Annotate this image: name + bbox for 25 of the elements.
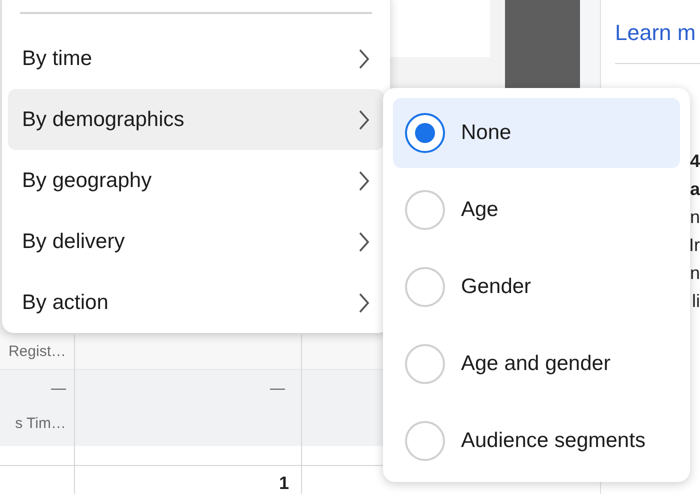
panel-text: n	[690, 264, 700, 282]
chevron-icon	[358, 48, 370, 70]
column-header: Regist…	[8, 342, 66, 362]
option-label: None	[461, 120, 512, 146]
option-label: Audience segments	[461, 428, 646, 454]
table-cell-text: —	[51, 379, 66, 399]
panel-text: Ir	[689, 236, 700, 254]
panel-text: a	[690, 180, 700, 198]
panel-text: li	[692, 292, 700, 310]
option-label: Age and gender	[461, 351, 610, 378]
chevron-icon	[358, 292, 370, 314]
panel-text: n	[690, 208, 700, 226]
table-cell-text: —	[270, 379, 285, 399]
chevron-icon	[358, 230, 370, 252]
radio-button[interactable]	[405, 113, 445, 153]
panel-text: 4	[690, 152, 700, 170]
row-label: s Tim…	[15, 414, 66, 434]
learn-more-link[interactable]: Learn m	[615, 20, 696, 45]
chevron-icon	[358, 170, 370, 192]
chevron-icon	[358, 108, 370, 130]
radio-option[interactable]: None	[393, 98, 680, 168]
table-cell: 1	[278, 474, 289, 492]
menu-item[interactable]: By demographics	[8, 89, 384, 150]
option-label: Gender	[461, 274, 532, 300]
option-label: Age	[461, 197, 498, 224]
